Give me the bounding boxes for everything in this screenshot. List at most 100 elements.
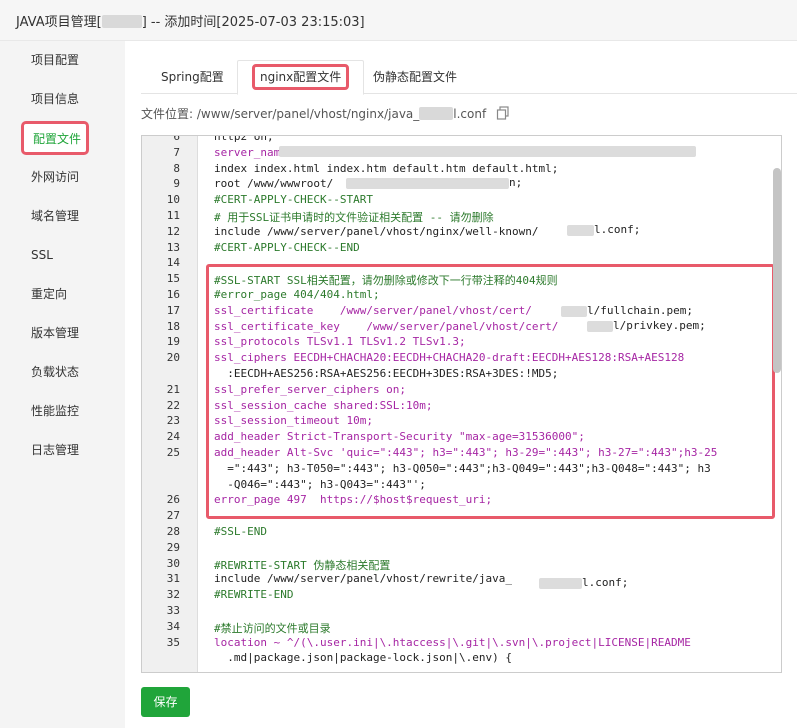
copy-icon[interactable] bbox=[496, 106, 510, 120]
sidebar-item-ssl[interactable]: SSL bbox=[0, 236, 125, 274]
code-line: #REWRITE-END bbox=[214, 588, 294, 602]
code-fragment: l.conf; bbox=[594, 223, 641, 236]
code-line: http2 on; bbox=[214, 135, 274, 143]
sidebar-item-project-info[interactable]: 项目信息 bbox=[0, 80, 125, 118]
line-number: 17 bbox=[166, 303, 180, 317]
code-line: ssl_certificate_key /www/server/panel/vh… bbox=[214, 319, 559, 333]
code-line: include /www/server/panel/vhost/rewrite/… bbox=[214, 572, 513, 586]
sidebar-item-label: SSL bbox=[31, 248, 53, 262]
tab-nginx-config[interactable]: nginx配置文件 bbox=[237, 60, 365, 95]
sidebar-item-version[interactable]: 版本管理 bbox=[0, 314, 125, 352]
tab-spring-config[interactable]: Spring配置 bbox=[147, 61, 238, 94]
line-number: 33 bbox=[166, 604, 180, 617]
tab-label: nginx配置文件 bbox=[252, 64, 350, 90]
window-title-prefix: JAVA项目管理[ bbox=[16, 15, 102, 30]
code-line: #REWRITE-START 伪静态相关配置 bbox=[214, 558, 391, 572]
code-line: =":443"; h3-T050=":443"; h3-Q050=":443";… bbox=[214, 461, 711, 475]
sidebar: 项目配置 项目信息 配置文件 外网访问 域名管理 SSL 重定向 版本管理 负载… bbox=[0, 41, 125, 728]
file-path-prefix: /www/server/panel/vhost/nginx/java_ bbox=[196, 107, 420, 121]
line-number: 25 bbox=[166, 446, 180, 459]
sidebar-item-label: 域名管理 bbox=[31, 209, 80, 223]
line-number: 16 bbox=[166, 288, 180, 301]
code-line: #SSL-START SSL相关配置，请勿删除或修改下一行带注释的404规则 bbox=[214, 274, 558, 288]
window-title: JAVA项目管理[ ] -- 添加时间[2025-07-03 23:15:03] bbox=[16, 11, 365, 30]
code-fragment: l.conf; bbox=[582, 576, 629, 589]
sidebar-item-performance[interactable]: 性能监控 bbox=[0, 392, 125, 430]
code-line: .md|package.json|package-lock.json|\.env… bbox=[214, 651, 513, 665]
line-number: 23 bbox=[166, 414, 180, 428]
line-number: 31 bbox=[166, 572, 180, 586]
redacted-project-name bbox=[101, 15, 142, 28]
line-number: 34 bbox=[166, 619, 180, 633]
redacted-root-path bbox=[346, 178, 509, 189]
code-line: #禁止访问的文件或目录 bbox=[214, 621, 331, 635]
line-number: 11 bbox=[166, 209, 180, 222]
tab-label: 伪静态配置文件 bbox=[373, 70, 458, 84]
main-panel: Spring配置 nginx配置文件 伪静态配置文件 文件位置: /www/se… bbox=[125, 41, 797, 728]
tab-label: Spring配置 bbox=[161, 70, 224, 84]
redacted-server-name bbox=[279, 146, 696, 157]
code-line: #CERT-APPLY-CHECK--END bbox=[214, 240, 360, 254]
code-line: ssl_session_timeout 10m; bbox=[214, 414, 373, 428]
code-line: #SSL-END bbox=[214, 525, 267, 538]
code-line: location ~ ^/(\.user.ini|\.htaccess|\.gi… bbox=[214, 635, 691, 649]
redacted-domain bbox=[567, 225, 594, 236]
redacted-domain bbox=[561, 306, 587, 317]
code-fragment: l/fullchain.pem; bbox=[587, 304, 693, 317]
sidebar-item-label: 重定向 bbox=[31, 287, 68, 301]
sidebar-item-redirect[interactable]: 重定向 bbox=[0, 275, 125, 313]
sidebar-item-label: 性能监控 bbox=[31, 404, 80, 418]
code-line: # 用于SSL证书申请时的文件验证相关配置 -- 请勿删除 bbox=[214, 211, 494, 224]
line-number: 19 bbox=[166, 335, 180, 349]
code-line: #CERT-APPLY-CHECK--START bbox=[214, 193, 373, 207]
code-line: add_header Strict-Transport-Security "ma… bbox=[214, 430, 585, 444]
code-line: ssl_ciphers EECDH+CHACHA20:EECDH+CHACHA2… bbox=[214, 351, 685, 365]
code-line: -Q046=":443"; h3-Q043=":443"'; bbox=[214, 477, 426, 491]
line-number: 32 bbox=[166, 588, 180, 602]
sidebar-item-label: 日志管理 bbox=[31, 443, 80, 457]
sidebar-item-label: 负载状态 bbox=[31, 365, 80, 379]
line-number: 26 bbox=[166, 493, 180, 507]
line-number: 12 bbox=[166, 224, 180, 238]
code-line: include /www/server/panel/vhost/nginx/we… bbox=[214, 224, 539, 238]
file-location-label: 文件位置: bbox=[141, 107, 194, 121]
code-editor[interactable]: 6 7 8 9 10 11 12 13 14 15 16 17 18 19 20 21 22 23 24 25 26 27… bbox=[141, 135, 782, 673]
line-number: 22 bbox=[166, 398, 180, 412]
sidebar-item-project-config[interactable]: 项目配置 bbox=[0, 41, 125, 79]
line-number: 13 bbox=[166, 240, 180, 254]
sidebar-item-label: 项目配置 bbox=[31, 53, 80, 67]
sidebar-item-load-status[interactable]: 负载状态 bbox=[0, 353, 125, 391]
window-titlebar: JAVA项目管理[ ] -- 添加时间[2025-07-03 23:15:03] bbox=[0, 0, 797, 41]
code-line: root /www/wwwroot/ bbox=[214, 177, 334, 191]
line-number: 28 bbox=[166, 525, 180, 538]
code-line: index index.html index.htm default.htm d… bbox=[214, 161, 559, 175]
code-line: ssl_session_cache shared:SSL:10m; bbox=[214, 398, 433, 412]
line-number: 35 bbox=[166, 635, 180, 649]
code-fragment: l/privkey.pem; bbox=[613, 319, 706, 332]
sidebar-item-label: 配置文件 bbox=[21, 121, 89, 155]
sidebar-item-label: 版本管理 bbox=[31, 326, 80, 340]
tab-rewrite-config[interactable]: 伪静态配置文件 bbox=[359, 61, 471, 94]
sidebar-item-config-file[interactable]: 配置文件 bbox=[0, 119, 125, 157]
code-line: #error_page 404/404.html; bbox=[214, 288, 380, 301]
save-button[interactable]: 保存 bbox=[141, 687, 190, 717]
line-number: 8 bbox=[173, 161, 180, 175]
code-line: server_name bbox=[214, 145, 287, 159]
line-number: 14 bbox=[166, 256, 180, 270]
sidebar-item-logs[interactable]: 日志管理 bbox=[0, 431, 125, 469]
code-line: ssl_prefer_server_ciphers on; bbox=[214, 382, 407, 396]
line-number: 30 bbox=[166, 556, 180, 570]
sidebar-item-label: 项目信息 bbox=[31, 92, 80, 106]
window-title-suffix: ] -- 添加时间[2025-07-03 23:15:03] bbox=[141, 15, 365, 30]
line-number: 18 bbox=[166, 319, 180, 333]
sidebar-item-domain[interactable]: 域名管理 bbox=[0, 197, 125, 235]
code-line: :EECDH+AES256:RSA+AES256:EECDH+3DES:RSA+… bbox=[214, 367, 559, 380]
config-tabs: Spring配置 nginx配置文件 伪静态配置文件 bbox=[141, 57, 797, 95]
code-line: ssl_certificate /www/server/panel/vhost/… bbox=[214, 303, 532, 317]
redacted-file-name bbox=[419, 107, 454, 120]
redacted-domain bbox=[587, 321, 613, 332]
line-number: 21 bbox=[166, 382, 180, 396]
sidebar-item-external-access[interactable]: 外网访问 bbox=[0, 158, 125, 196]
file-path-suffix: l.conf bbox=[453, 107, 487, 121]
editor-scrollbar[interactable] bbox=[773, 168, 781, 373]
